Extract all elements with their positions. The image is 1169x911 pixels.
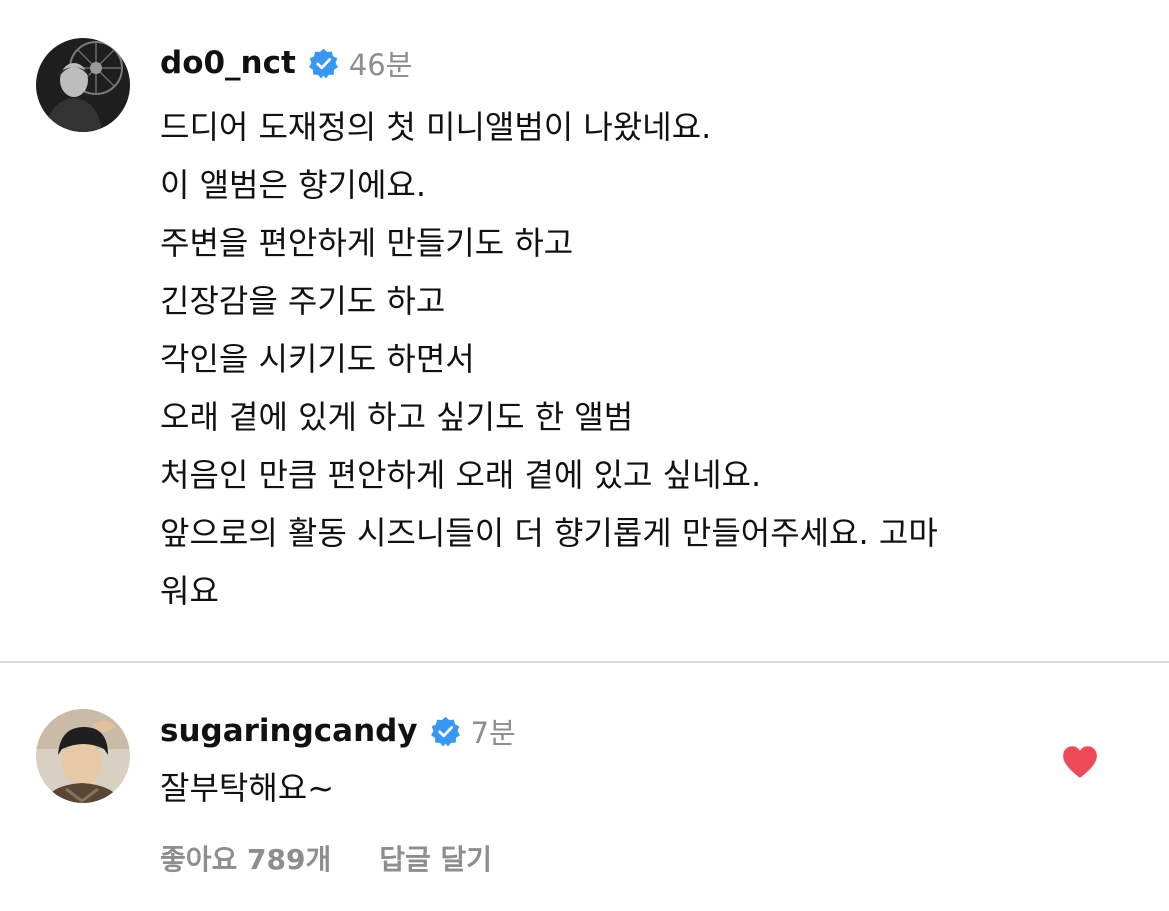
caption-line: 각인을 시키기도 하면서	[160, 340, 475, 378]
post-username[interactable]: do0_nct	[160, 45, 296, 81]
divider	[0, 661, 1169, 663]
caption-line: 앞으로의 활동 시즈니들이 더 향기롭게 만들어주세요. 고마	[160, 514, 938, 552]
reply-button[interactable]: 답글 달기	[379, 838, 492, 878]
caption-line: 워요	[160, 572, 219, 610]
avatar-image	[36, 709, 130, 803]
caption-line: 처음인 만큼 편안하게 오래 곁에 있고 싶네요.	[160, 456, 762, 494]
verified-badge-icon	[430, 716, 461, 747]
reply-actions: 좋아요 789개 답글 달기	[160, 836, 492, 880]
caption-line: 오래 곁에 있게 하고 싶기도 한 앨범	[160, 398, 634, 436]
verified-badge-icon	[308, 48, 339, 79]
reply-text: 잘부탁해요~	[160, 769, 335, 807]
caption-line: 주변을 편안하게 만들기도 하고	[160, 224, 574, 262]
post-time: 46분	[348, 48, 413, 82]
avatar[interactable]	[36, 709, 130, 803]
caption-line: 드디어 도재정의 첫 미니앨범이 나왔네요.	[160, 108, 712, 146]
likes-count-button[interactable]: 좋아요 789개	[160, 838, 331, 878]
post-caption: 드디어 도재정의 첫 미니앨범이 나왔네요. 이 앨범은 향기에요. 주변을 편…	[160, 98, 1120, 620]
avatar-image	[36, 38, 130, 132]
avatar[interactable]	[36, 38, 130, 132]
caption-line: 이 앨범은 향기에요.	[160, 166, 427, 204]
caption-line: 긴장감을 주기도 하고	[160, 282, 446, 320]
post-header: do0_nct 46분	[160, 40, 412, 86]
original-post: do0_nct 46분 드디어 도재정의 첫 미니앨범이 나왔네요. 이 앨범은…	[0, 0, 1169, 660]
reply-username[interactable]: sugaringcandy	[160, 713, 418, 749]
heart-filled-icon[interactable]	[1062, 745, 1098, 779]
reply-time: 7분	[470, 716, 516, 750]
reply-header: sugaringcandy 7분	[160, 708, 516, 754]
